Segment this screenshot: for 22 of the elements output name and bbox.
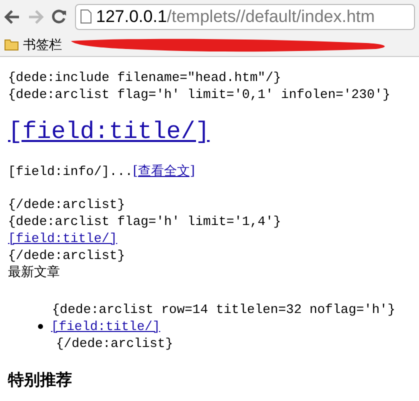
address-bar[interactable]: 127.0.0.1/templets//default/index.htm [75,4,415,30]
bullet-icon [38,324,43,329]
template-code: {/dede:arclist} [8,197,126,212]
template-code: {/dede:arclist} [8,248,126,263]
template-code: {dede:arclist flag='h' limit='0,1' infolen='230'} [8,87,390,102]
title-link[interactable]: [field:title/] [8,119,210,146]
info-text: [field:info/]... [8,164,133,179]
title-link[interactable]: [field:title/] [8,231,118,246]
folder-icon [4,38,19,50]
template-code: {dede:arclist flag='h' limit='1,4'} [8,214,282,229]
back-icon[interactable] [4,10,20,24]
section-heading: 特别推荐 [8,372,72,389]
bookmarks-folder[interactable]: 书签栏 [23,34,62,54]
section-label: 最新文章 [8,265,60,280]
title-link[interactable]: [field:title/] [51,318,160,335]
template-code: {dede:include filename="head.htm"/} [8,70,282,85]
reload-icon[interactable] [52,9,67,24]
read-more-link[interactable]: [查看全文] [132,164,195,179]
template-code: {dede:arclist row=14 titlelen=32 noflag='h'} [52,302,396,317]
url-text: 127.0.0.1/templets//default/index.htm [96,6,375,28]
template-code: {/dede:arclist} [56,336,174,351]
page-icon [80,9,92,24]
